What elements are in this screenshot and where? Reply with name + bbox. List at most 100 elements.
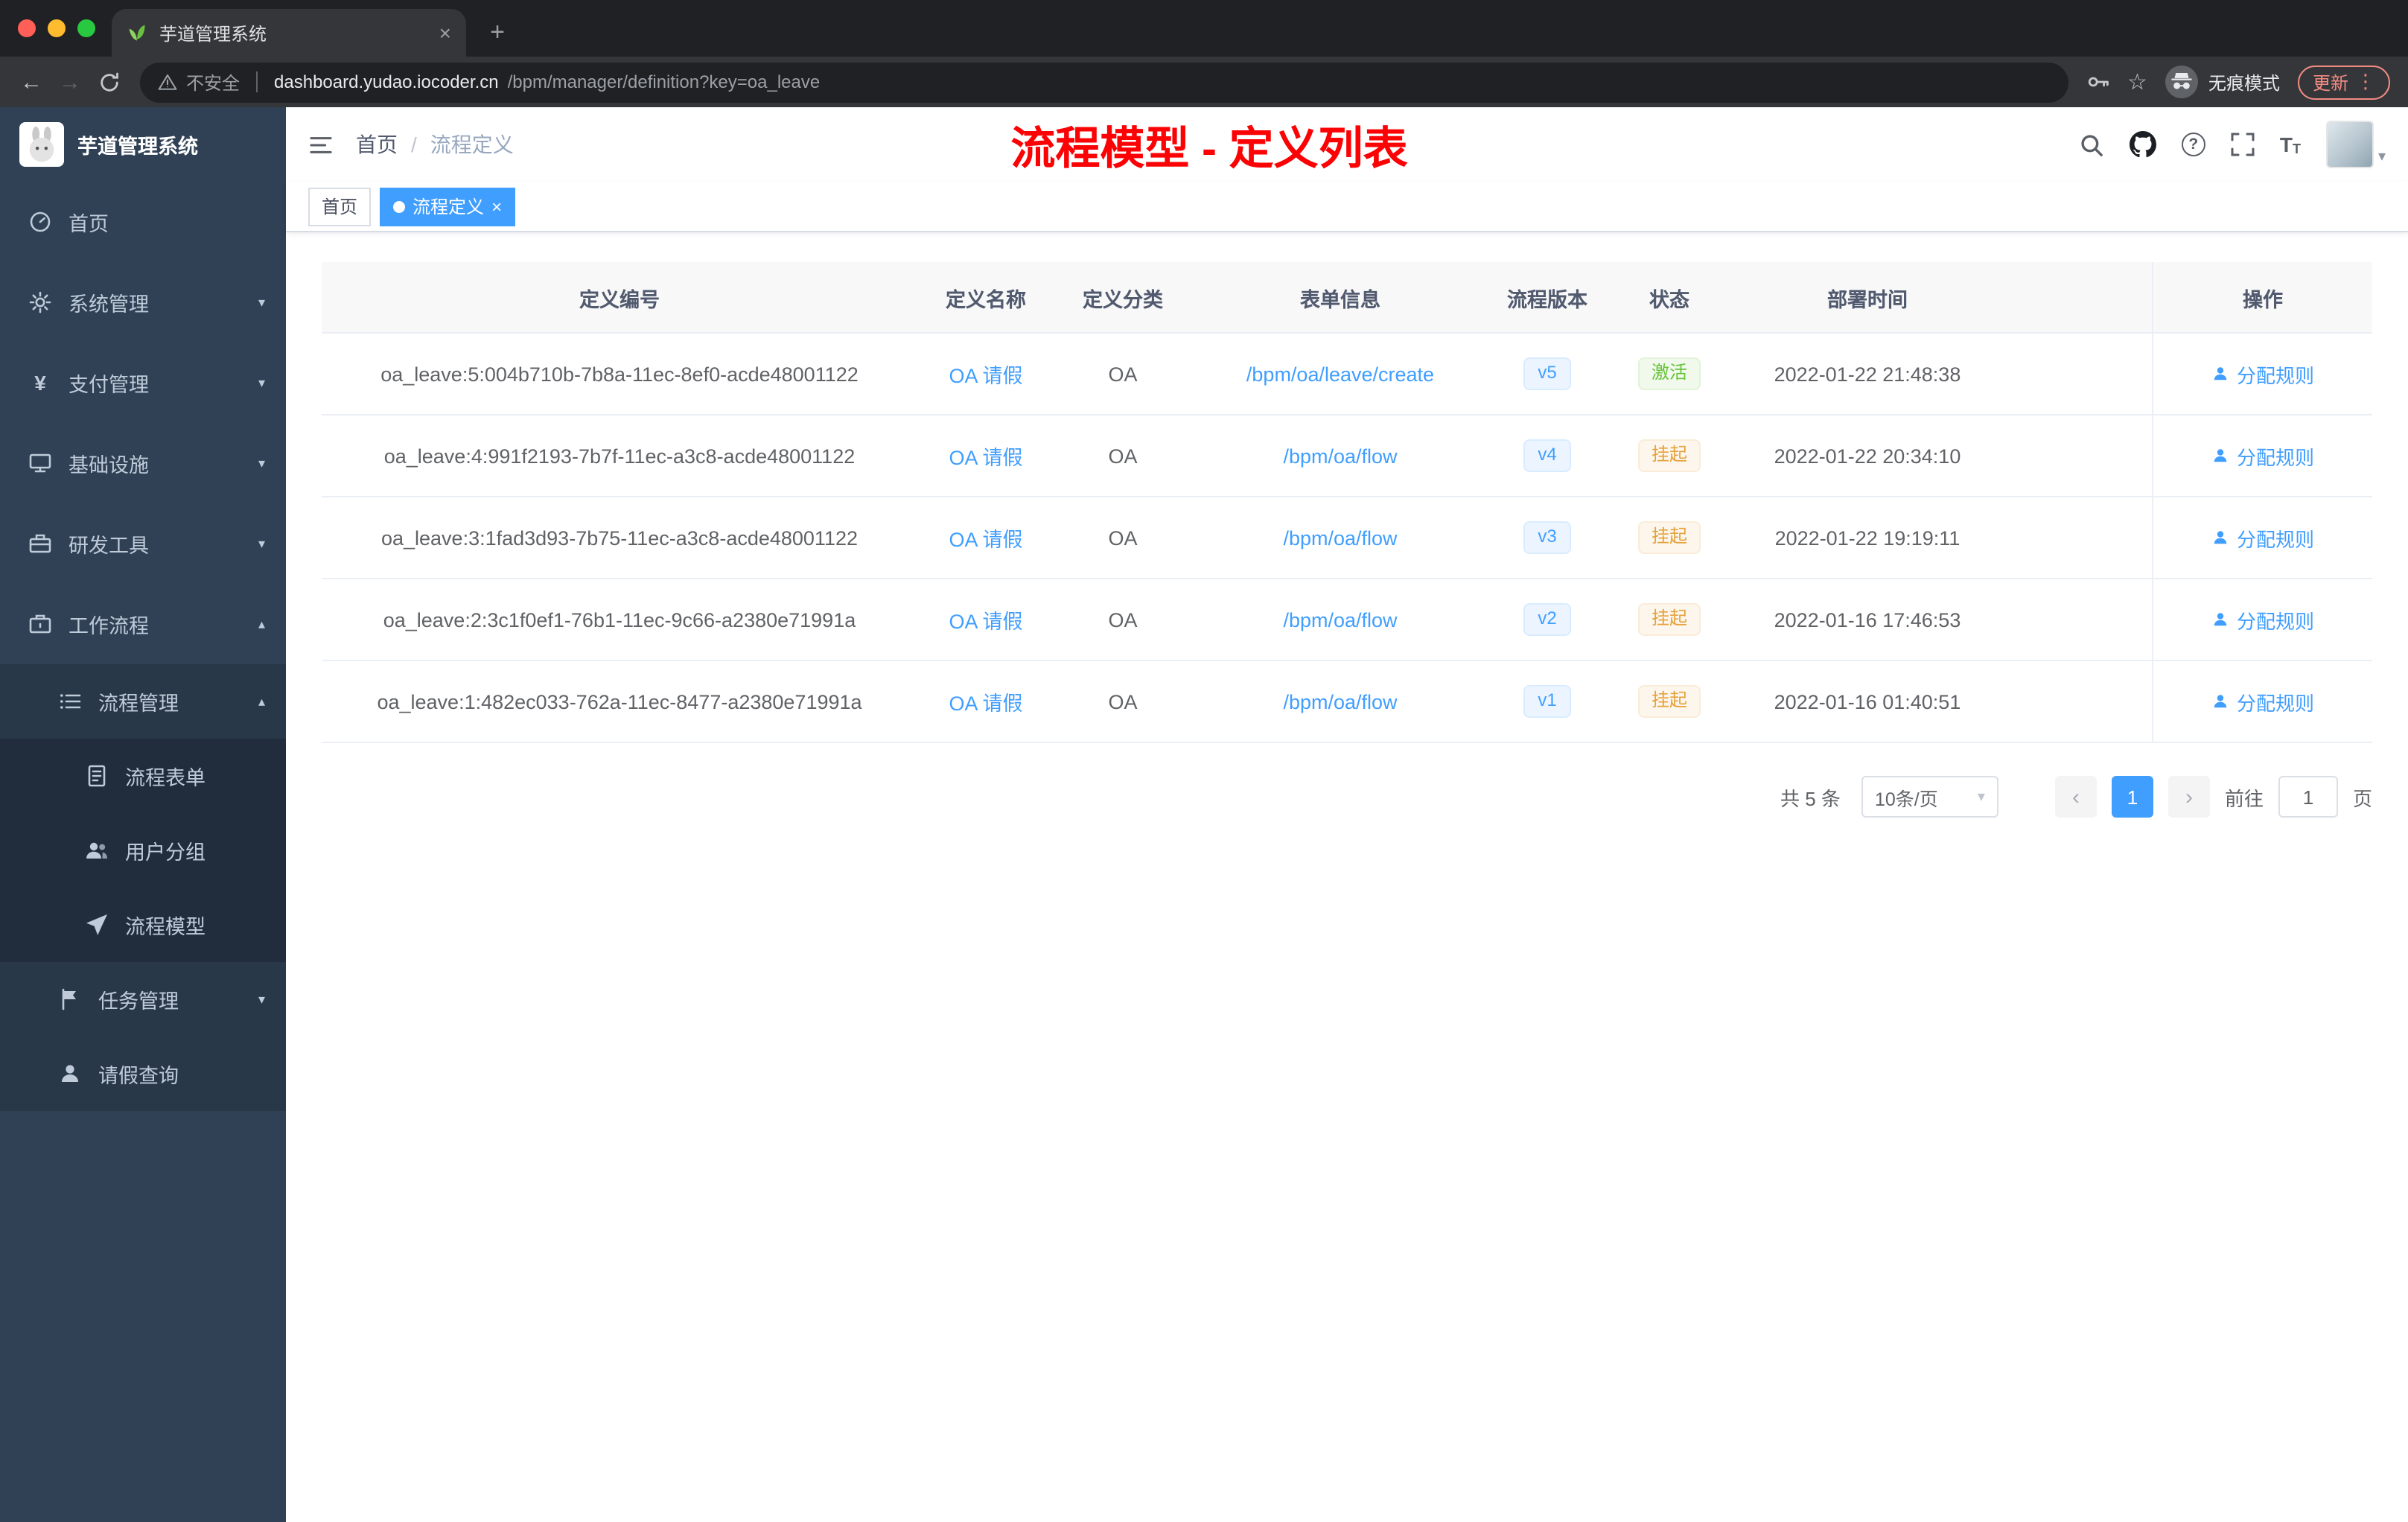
sidebar-item-payment[interactable]: ¥ 支付管理 ▾ bbox=[0, 343, 286, 423]
close-window-button[interactable] bbox=[18, 19, 36, 37]
cell-actions: 分配规则 bbox=[2152, 334, 2372, 414]
monitor-icon bbox=[27, 451, 54, 475]
definition-name-link[interactable]: OA 请假 bbox=[949, 687, 1022, 716]
form-link[interactable]: /bpm/oa/flow bbox=[1283, 526, 1397, 549]
chevron-down-icon: ▾ bbox=[258, 991, 265, 1006]
avatar[interactable] bbox=[2325, 121, 2374, 168]
tab-strip: 芋道管理系统 × + bbox=[0, 0, 2408, 57]
page-content: 定义编号 定义名称 定义分类 表单信息 流程版本 状态 部署时间 操作 oa_l… bbox=[286, 232, 2408, 1522]
form-link[interactable]: /bpm/oa/leave/create bbox=[1246, 363, 1434, 385]
table-row: oa_leave:5:004b710b-7b8a-11ec-8ef0-acde4… bbox=[322, 334, 2372, 415]
sidebar-item-workflow[interactable]: 工作流程 ▴ bbox=[0, 584, 286, 664]
user-menu[interactable]: ▾ bbox=[2325, 121, 2386, 168]
bookmark-star-icon[interactable]: ☆ bbox=[2127, 69, 2147, 95]
page-size-select[interactable]: 10条/页 ▾ bbox=[1861, 776, 1998, 818]
gear-icon bbox=[27, 290, 54, 314]
definition-name-link[interactable]: OA 请假 bbox=[949, 605, 1022, 634]
sidebar-item-infrastructure[interactable]: 基础设施 ▾ bbox=[0, 423, 286, 503]
cell-status: 挂起 bbox=[1605, 497, 1733, 578]
prev-page-button[interactable]: ‹ bbox=[2054, 776, 2097, 818]
address-bar[interactable]: 不安全 dashboard.yudao.iocoder.cn /bpm/mana… bbox=[140, 62, 2068, 102]
cell-version: v3 bbox=[1489, 497, 1605, 578]
sidebar-item-user-group[interactable]: 用户分组 bbox=[0, 813, 286, 888]
sidebar-item-system[interactable]: 系统管理 ▾ bbox=[0, 262, 286, 343]
tag-process-definition[interactable]: 流程定义 bbox=[380, 187, 516, 226]
help-icon[interactable] bbox=[2181, 133, 2205, 156]
cell-category: OA bbox=[1108, 445, 1138, 467]
browser-toolbar: ← → 不安全 dashboard.yudao.iocoder.cn /bpm/… bbox=[0, 57, 2408, 107]
not-secure-warning-icon bbox=[158, 73, 177, 91]
assign-rule-link[interactable]: 分配规则 bbox=[2211, 687, 2314, 716]
sidebar-item-dev-tools[interactable]: 研发工具 ▾ bbox=[0, 503, 286, 584]
pagination-total: 共 5 条 bbox=[1780, 787, 1841, 809]
col-actions: 操作 bbox=[2152, 262, 2372, 332]
assign-rule-link[interactable]: 分配规则 bbox=[2211, 360, 2314, 388]
user-icon bbox=[2214, 613, 2227, 626]
goto-page-input[interactable] bbox=[2278, 776, 2338, 818]
app-header: 首页 / 流程定义 流程模型 - 定义列表 ? T T ▾ bbox=[286, 107, 2408, 182]
toolbox-icon bbox=[27, 532, 54, 555]
sidebar-item-task-manage[interactable]: 任务管理 ▾ bbox=[0, 962, 286, 1037]
github-icon[interactable] bbox=[2129, 131, 2156, 158]
status-badge: 挂起 bbox=[1637, 439, 1701, 473]
col-version: 流程版本 bbox=[1507, 288, 1587, 311]
assign-rule-link[interactable]: 分配规则 bbox=[2211, 605, 2314, 634]
cell-version: v4 bbox=[1489, 415, 1605, 496]
sidebar-item-leave-query[interactable]: 请假查询 bbox=[0, 1037, 286, 1111]
breadcrumb-separator: / bbox=[411, 133, 417, 156]
sidebar-item-home[interactable]: 首页 bbox=[0, 182, 286, 262]
browser-tab[interactable]: 芋道管理系统 × bbox=[112, 9, 466, 57]
tag-label: 首页 bbox=[322, 197, 358, 217]
cell-deploy-time: 2022-01-22 20:34:10 bbox=[1774, 445, 1961, 467]
fullscreen-icon[interactable] bbox=[2231, 133, 2255, 156]
user-icon bbox=[2214, 695, 2227, 708]
browser-menu-icon[interactable]: ⋮ bbox=[2356, 70, 2375, 94]
page-number-button[interactable]: 1 bbox=[2111, 776, 2153, 818]
reload-button[interactable] bbox=[89, 63, 128, 101]
form-link[interactable]: /bpm/oa/flow bbox=[1283, 690, 1397, 713]
sidebar-item-process-manage[interactable]: 流程管理 ▴ bbox=[0, 664, 286, 739]
zoom-window-button[interactable] bbox=[77, 19, 95, 37]
new-tab-button[interactable]: + bbox=[478, 13, 517, 52]
definition-name-link[interactable]: OA 请假 bbox=[949, 523, 1022, 553]
assign-rule-link[interactable]: 分配规则 bbox=[2211, 442, 2314, 470]
app-logo[interactable]: 芋道管理系统 bbox=[0, 107, 286, 182]
collapse-sidebar-icon[interactable] bbox=[308, 133, 334, 156]
form-link[interactable]: /bpm/oa/flow bbox=[1283, 608, 1397, 631]
cell-deploy-time: 2022-01-22 19:19:11 bbox=[1774, 526, 1961, 549]
assign-rule-label: 分配规则 bbox=[2236, 692, 2314, 714]
definition-name-link[interactable]: OA 请假 bbox=[949, 441, 1022, 471]
next-page-button[interactable]: › bbox=[2167, 776, 2210, 818]
sidebar-item-process-model[interactable]: 流程模型 bbox=[0, 888, 286, 962]
sidebar-item-label: 任务管理 bbox=[98, 990, 179, 1013]
tag-close-icon[interactable] bbox=[491, 197, 502, 215]
cell-status: 挂起 bbox=[1605, 661, 1733, 742]
cell-deploy-time: 2022-01-16 17:46:53 bbox=[1774, 608, 1961, 631]
minimize-window-button[interactable] bbox=[48, 19, 66, 37]
password-key-icon[interactable] bbox=[2086, 70, 2109, 94]
browser-update-button[interactable]: 更新 ⋮ bbox=[2297, 65, 2390, 99]
tag-home[interactable]: 首页 bbox=[308, 187, 372, 226]
breadcrumb-home-link[interactable]: 首页 bbox=[356, 130, 398, 159]
cell-definition-id: oa_leave:5:004b710b-7b8a-11ec-8ef0-acde4… bbox=[380, 363, 859, 385]
definition-name-link[interactable]: OA 请假 bbox=[949, 359, 1022, 389]
table-header-row: 定义编号 定义名称 定义分类 表单信息 流程版本 状态 部署时间 操作 bbox=[322, 262, 2372, 334]
flag-icon bbox=[57, 987, 83, 1011]
font-size-icon[interactable] bbox=[2280, 133, 2301, 156]
tab-close-icon[interactable]: × bbox=[439, 22, 451, 43]
table-row: oa_leave:4:991f2193-7b7f-11ec-a3c8-acde4… bbox=[322, 415, 2372, 497]
back-button[interactable]: ← bbox=[12, 63, 51, 101]
search-icon[interactable] bbox=[2079, 132, 2104, 157]
main-area: 首页 / 流程定义 流程模型 - 定义列表 ? T T ▾ 首页 流程定义 × … bbox=[286, 107, 2408, 1522]
assign-rule-label: 分配规则 bbox=[2236, 528, 2314, 550]
url-divider bbox=[256, 71, 258, 92]
sidebar-item-process-form[interactable]: 流程表单 bbox=[0, 739, 286, 813]
breadcrumb-current: 流程定义 bbox=[430, 133, 514, 156]
form-link[interactable]: /bpm/oa/flow bbox=[1283, 445, 1397, 467]
forward-button[interactable]: → bbox=[51, 63, 89, 101]
cell-status: 激活 bbox=[1605, 334, 1733, 414]
assign-rule-label: 分配规则 bbox=[2236, 446, 2314, 468]
pagination: 共 5 条 10条/页 ▾ ‹ 1 › 前往 页 bbox=[322, 743, 2372, 850]
assign-rule-link[interactable]: 分配规则 bbox=[2211, 523, 2314, 552]
assign-rule-label: 分配规则 bbox=[2236, 364, 2314, 386]
